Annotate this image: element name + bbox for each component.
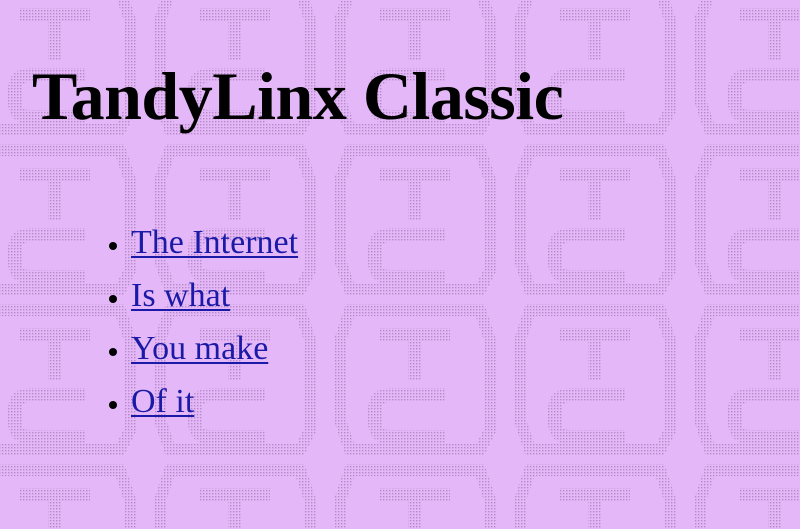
link-you-make[interactable]: You make (131, 330, 268, 367)
page-title: TandyLinx Classic (32, 58, 564, 134)
link-is-what[interactable]: Is what (131, 277, 230, 314)
link-the-internet[interactable]: The Internet (131, 224, 298, 261)
list-item: Of it (131, 375, 298, 428)
list-item: The Internet (131, 216, 298, 269)
link-list: The Internet Is what You make Of it (131, 216, 298, 428)
link-of-it[interactable]: Of it (131, 383, 194, 420)
list-item: Is what (131, 269, 298, 322)
list-item: You make (131, 322, 298, 375)
